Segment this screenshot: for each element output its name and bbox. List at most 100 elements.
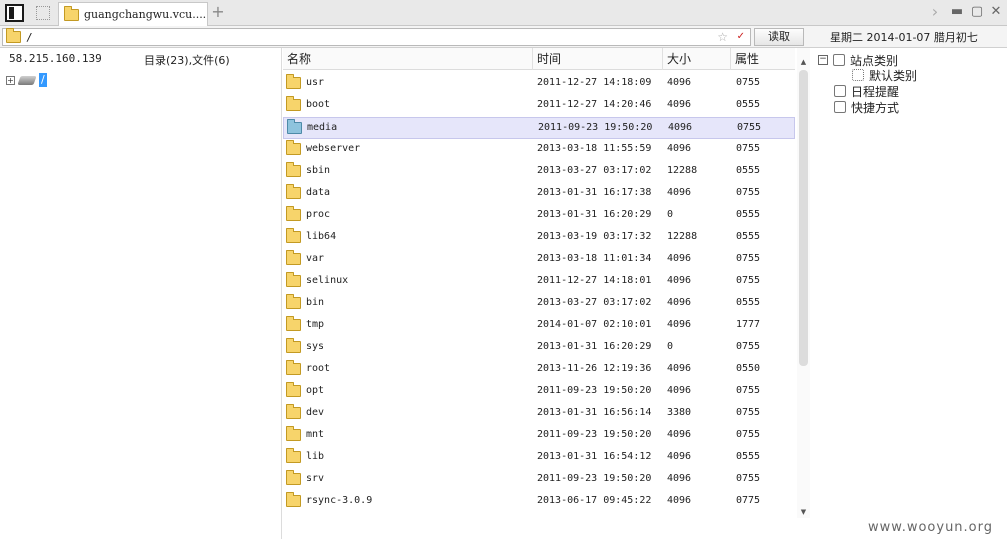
path-input[interactable]: / ☆ ✓ [2,28,751,46]
file-name: var [306,253,325,264]
column-attr[interactable]: 属性 [731,48,795,70]
vertical-scrollbar[interactable]: ▲ ▼ [797,48,810,518]
tab-active[interactable]: guangchangwu.vcu.... [58,2,208,26]
file-list-pane: 名称 时间 大小 属性 usr 2011-12-27 14:18:09 4096 07… [283,48,795,518]
table-row[interactable]: mnt 2011-09-23 19:50:20 4096 0755 [283,425,795,447]
next-icon[interactable]: › [928,3,942,21]
file-time: 2013-01-31 16:20:29 [537,341,652,352]
file-name: dev [306,407,325,418]
table-row[interactable]: usr 2011-12-27 14:18:09 4096 0755 [283,73,795,95]
table-row[interactable]: rsync-3.0.9 2013-06-17 09:45:22 4096 0775 [283,491,795,513]
table-row[interactable]: webserver 2013-03-18 11:55:59 4096 0755 [283,139,795,161]
file-size: 4096 [667,187,692,198]
table-row[interactable]: sys 2013-01-31 16:20:29 0 0755 [283,337,795,359]
minimize-button[interactable]: ▬ [950,3,964,21]
file-name: proc [306,209,331,220]
read-button[interactable]: 读取 [754,28,804,46]
table-row[interactable]: opt 2011-09-23 19:50:20 4096 0755 [283,381,795,403]
path-text: / [26,30,33,44]
scroll-thumb[interactable] [799,70,808,366]
tree-root-node[interactable]: + / [6,72,47,88]
file-time: 2011-09-23 19:50:20 [537,473,652,484]
table-row[interactable]: bin 2013-03-27 03:17:02 4096 0555 [283,293,795,315]
table-row[interactable]: lib64 2013-03-19 03:17:32 12288 0555 [283,227,795,249]
expand-icon[interactable]: + [6,75,15,85]
file-size: 4096 [667,319,692,330]
file-time: 2013-03-19 03:17:32 [537,231,652,242]
folder-icon [286,228,301,243]
file-name: srv [306,473,325,484]
scroll-down-icon[interactable]: ▼ [797,506,810,518]
table-row[interactable]: selinux 2011-12-27 14:18:01 4096 0755 [283,271,795,293]
file-time: 2013-01-31 16:54:12 [537,451,652,462]
file-name: rsync-3.0.9 [306,495,373,506]
file-time: 2013-06-17 09:45:22 [537,495,652,506]
table-row[interactable]: tmp 2014-01-07 02:10:01 4096 1777 [283,315,795,337]
schedule-node[interactable]: 日程提醒 [834,83,899,99]
file-attr: 0555 [736,231,761,242]
file-name: webserver [306,143,361,154]
maximize-button[interactable]: ▢ [969,3,985,21]
hand-icon [834,101,846,113]
table-row[interactable]: var 2013-03-18 11:01:34 4096 0755 [283,249,795,271]
directory-tree-pane: 58.215.160.139 目录(23),文件(6) + / [0,48,282,539]
file-size: 4096 [667,385,692,396]
table-row[interactable]: boot 2011-12-27 14:20:46 4096 0555 [283,95,795,117]
table-row[interactable]: dev 2013-01-31 16:56:14 3380 0755 [283,403,795,425]
date-display: 星期二 2014-01-07 腊月初七 [830,31,978,44]
collapse-icon[interactable]: − [818,55,828,65]
close-button[interactable]: ✕ [988,3,1004,21]
column-header: 名称 时间 大小 属性 [283,48,795,70]
shortcut-node[interactable]: 快捷方式 [834,99,899,115]
folder-icon [286,140,301,155]
default-category-node[interactable]: 默认类别 [852,67,917,83]
file-time: 2011-09-23 19:50:20 [537,385,652,396]
blank-tab-icon[interactable] [36,6,50,20]
folder-icon [286,96,301,111]
folder-icon [286,162,301,177]
file-size: 12288 [667,231,698,242]
file-attr: 0755 [736,77,761,88]
file-attr: 0775 [736,495,761,506]
file-time: 2013-01-31 16:56:14 [537,407,652,418]
server-ip: 58.215.160.139 [9,52,102,65]
file-time: 2013-03-18 11:01:34 [537,253,652,264]
table-row[interactable]: lib 2013-01-31 16:54:12 4096 0555 [283,447,795,469]
tab-title: guangchangwu.vcu.... [84,8,207,21]
file-name: boot [306,99,331,110]
table-row[interactable]: media 2011-09-23 19:50:20 4096 0755 [283,117,795,139]
file-name: usr [306,77,325,88]
dropdown-icon[interactable]: ✓ [737,29,745,45]
table-row[interactable]: srv 2011-09-23 19:50:20 4096 0755 [283,469,795,491]
tree-root-label[interactable]: / [39,73,47,87]
table-row[interactable]: sbin 2013-03-27 03:17:02 12288 0555 [283,161,795,183]
column-name[interactable]: 名称 [283,48,533,70]
file-size: 4096 [667,495,692,506]
file-name: sbin [306,165,331,176]
file-size: 12288 [667,165,698,176]
file-size: 4096 [667,99,692,110]
column-size[interactable]: 大小 [663,48,731,70]
panel-toggle-icon[interactable] [5,4,24,22]
file-name: selinux [306,275,349,286]
scroll-up-icon[interactable]: ▲ [797,56,810,68]
file-attr: 0755 [736,385,761,396]
file-time: 2013-03-27 03:17:02 [537,297,652,308]
schedule-label: 日程提醒 [851,84,900,99]
file-name: sys [306,341,325,352]
folder-icon [286,184,301,199]
table-row[interactable]: data 2013-01-31 16:17:38 4096 0755 [283,183,795,205]
file-attr: 0755 [737,122,762,133]
column-time[interactable]: 时间 [533,48,663,70]
folder-icon [286,470,301,485]
table-row[interactable]: root 2013-11-26 12:19:36 4096 0550 [283,359,795,381]
file-size: 4096 [667,253,692,264]
file-attr: 0755 [736,407,761,418]
table-row[interactable]: proc 2013-01-31 16:20:29 0 0555 [283,205,795,227]
bookmark-star-icon[interactable]: ☆ [717,29,728,45]
address-bar: / ☆ ✓ 读取 星期二 2014-01-07 腊月初七 [0,26,1007,48]
folder-icon [286,206,301,221]
file-time: 2011-09-23 19:50:20 [537,429,652,440]
new-tab-button[interactable]: + [210,3,226,21]
file-time: 2013-11-26 12:19:36 [537,363,652,374]
